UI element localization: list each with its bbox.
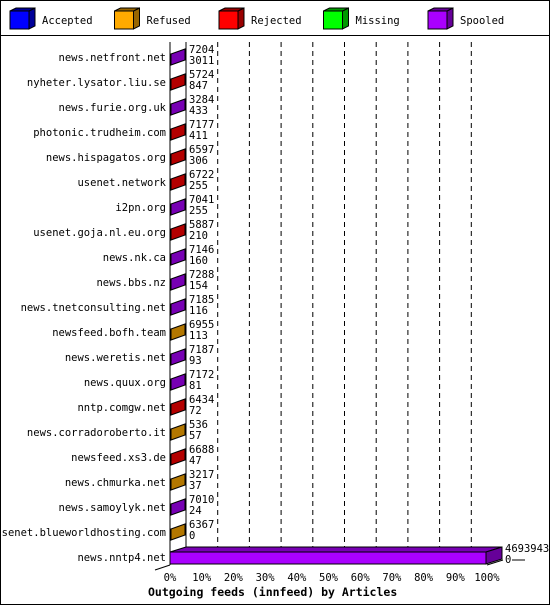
value-bottom: 847 bbox=[189, 80, 208, 92]
value-bottom: 37 bbox=[189, 480, 202, 492]
x-tick-label: 60% bbox=[351, 572, 371, 584]
row-label: news.furie.org.uk bbox=[59, 102, 167, 114]
bar-top-face bbox=[169, 546, 503, 553]
value-bottom: 411 bbox=[189, 130, 208, 142]
legend-label: Spooled bbox=[460, 15, 504, 27]
bar-spooled bbox=[169, 551, 487, 565]
row-label: news.nk.ca bbox=[103, 252, 166, 264]
row-label: news.weretis.net bbox=[65, 352, 166, 364]
row-label: news.hispagatos.org bbox=[46, 152, 166, 164]
legend-swatch-side bbox=[28, 7, 36, 30]
x-tick-label: 10% bbox=[192, 572, 212, 584]
row-label: i2pn.org bbox=[115, 202, 166, 214]
value-bottom: 81 bbox=[189, 380, 202, 392]
row-label: news.corradoroberto.it bbox=[27, 427, 166, 439]
x-tick-label: 20% bbox=[224, 572, 244, 584]
legend-swatch-side bbox=[237, 7, 245, 30]
row-label: nyheter.lysator.liu.se bbox=[27, 77, 166, 89]
value-bottom: 57 bbox=[189, 430, 202, 442]
x-tick-label: 70% bbox=[382, 572, 402, 584]
legend-label: Missing bbox=[356, 15, 400, 27]
legend-swatch-side bbox=[133, 7, 140, 30]
row-label: usenet.network bbox=[77, 177, 166, 189]
row-label: photonic.trudheim.com bbox=[33, 127, 166, 139]
x-tick-label: 100% bbox=[474, 572, 500, 584]
row-label: news.nntp4.net bbox=[77, 552, 166, 564]
chart-svg: Accepted Refused Rejected Missing Spooled ne… bbox=[0, 0, 550, 605]
value-bottom: 72 bbox=[189, 405, 202, 417]
x-tick-label: 90% bbox=[446, 572, 466, 584]
value-bottom: 255 bbox=[189, 180, 208, 192]
legend-swatch-side bbox=[342, 7, 349, 30]
legend-swatch bbox=[323, 10, 343, 30]
legend-swatch bbox=[9, 10, 30, 30]
row-label: nntp.comgw.net bbox=[77, 402, 166, 414]
value-bottom: 24 bbox=[189, 505, 202, 517]
x-tick-label: 30% bbox=[256, 572, 276, 584]
row-label: newsfeed.bofh.team bbox=[52, 327, 166, 339]
value-bottom: 0 bbox=[189, 530, 195, 542]
row-label: news.chmurka.net bbox=[65, 477, 166, 489]
row-label: newsfeed.xs3.de bbox=[71, 452, 166, 464]
chart-title: Outgoing feeds (innfeed) by Articles bbox=[148, 585, 397, 599]
value-bottom: 210 bbox=[189, 230, 208, 242]
value-bottom: 116 bbox=[189, 305, 208, 317]
row-label: news.quux.org bbox=[84, 377, 166, 389]
value-bottom: 154 bbox=[189, 280, 208, 292]
row-label: news.netfront.net bbox=[59, 52, 166, 64]
legend-swatch bbox=[114, 10, 134, 30]
value-bottom: 47 bbox=[189, 455, 202, 467]
legend-swatch-side bbox=[446, 7, 454, 30]
row-label: usenet.blueworldhosting.com bbox=[0, 527, 166, 539]
value-bottom: 255 bbox=[189, 205, 208, 217]
value-bottom: 433 bbox=[189, 105, 208, 117]
legend-label: Refused bbox=[147, 15, 191, 27]
legend-swatch bbox=[218, 10, 239, 30]
x-tick-label: 0% bbox=[164, 572, 177, 584]
row-label: news.bbs.nz bbox=[96, 277, 166, 289]
value-top: 4693943 bbox=[505, 543, 549, 555]
row-label: news.samoylyk.net bbox=[59, 502, 166, 514]
x-tick-label: 50% bbox=[319, 572, 339, 584]
row-label: usenet.goja.nl.eu.org bbox=[33, 227, 166, 239]
legend-label: Rejected bbox=[251, 15, 302, 27]
x-tick-label: 40% bbox=[287, 572, 307, 584]
value-bottom: 93 bbox=[189, 355, 202, 367]
value-bottom: 3011 bbox=[189, 55, 214, 67]
chart: Accepted Refused Rejected Missing Spooled ne… bbox=[0, 0, 550, 605]
x-tick-label: 80% bbox=[414, 572, 434, 584]
value-bottom: 306 bbox=[189, 155, 208, 167]
row-label: news.tnetconsulting.net bbox=[21, 302, 166, 314]
value-bottom: 0 bbox=[505, 554, 511, 566]
legend-label: Accepted bbox=[42, 15, 93, 27]
value-bottom: 113 bbox=[189, 330, 208, 342]
value-bottom: 160 bbox=[189, 255, 208, 267]
legend-swatch bbox=[427, 10, 448, 30]
